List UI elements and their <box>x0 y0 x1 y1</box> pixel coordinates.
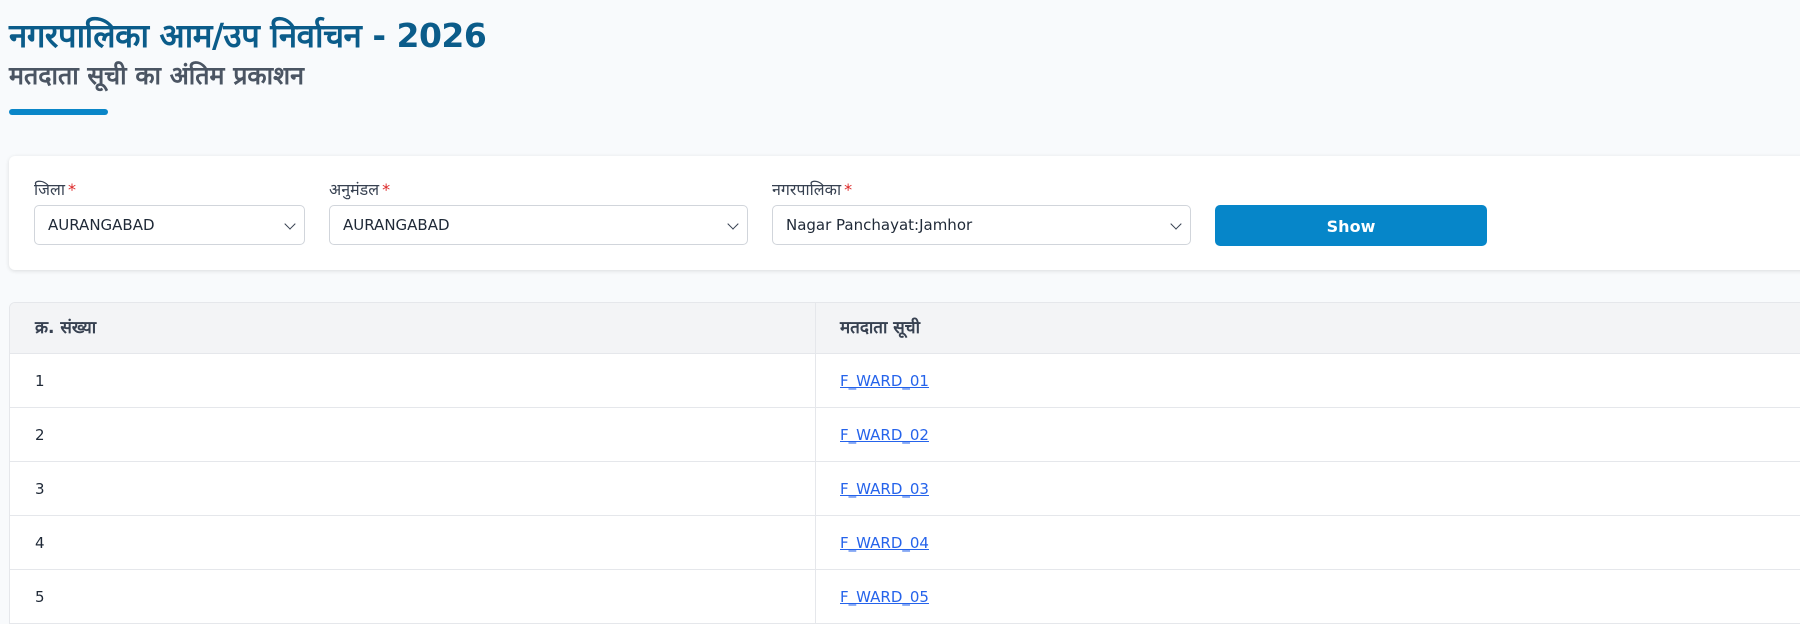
title-underline <box>9 109 108 115</box>
column-divider <box>815 516 816 569</box>
column-divider <box>815 303 816 353</box>
subdivision-required-mark: * <box>382 180 391 199</box>
chevron-down-icon <box>727 218 739 230</box>
table-row: 2 F_WARD_02 <box>10 408 1800 462</box>
page: नगरपालिका आम/उप निर्वाचन - 2026 मतदाता स… <box>0 0 1800 624</box>
municipality-required-mark: * <box>844 180 853 199</box>
district-label-text: जिला <box>34 180 66 199</box>
subdivision-select[interactable]: AURANGABAD <box>329 205 748 245</box>
table-row: 4 F_WARD_04 <box>10 516 1800 570</box>
filter-card: जिला * AURANGABAD अनुमंडल * AURANGABAD नगर… <box>9 156 1800 270</box>
row-serial: 2 <box>35 426 45 444</box>
chevron-down-icon <box>1170 218 1182 230</box>
page-subtitle: मतदाता सूची का अंतिम प्रकाशन <box>9 61 304 90</box>
ward-file-link[interactable]: F_WARD_03 <box>840 462 929 516</box>
subdivision-label: अनुमंडल * <box>329 178 390 200</box>
column-divider <box>815 462 816 515</box>
column-divider <box>815 408 816 461</box>
municipality-select-value: Nagar Panchayat:Jamhor <box>786 216 973 234</box>
municipality-label: नगरपालिका * <box>772 178 852 200</box>
row-serial: 5 <box>35 588 45 606</box>
page-title: नगरपालिका आम/उप निर्वाचन - 2026 <box>9 16 487 55</box>
district-select[interactable]: AURANGABAD <box>34 205 305 245</box>
column-divider <box>815 570 816 623</box>
table-header: क्र. संख्या मतदाता सूची <box>10 303 1800 354</box>
table-row: 3 F_WARD_03 <box>10 462 1800 516</box>
row-serial: 4 <box>35 534 45 552</box>
municipality-select[interactable]: Nagar Panchayat:Jamhor <box>772 205 1191 245</box>
ward-file-link[interactable]: F_WARD_02 <box>840 408 929 462</box>
district-required-mark: * <box>68 180 77 199</box>
header-voter-list: मतदाता सूची <box>840 318 920 338</box>
subdivision-select-value: AURANGABAD <box>343 216 450 234</box>
row-serial: 3 <box>35 480 45 498</box>
district-label: जिला * <box>34 178 76 200</box>
header-serial: क्र. संख्या <box>35 318 97 338</box>
district-select-value: AURANGABAD <box>48 216 155 234</box>
show-button[interactable]: Show <box>1215 205 1487 246</box>
table-row: 5 F_WARD_05 <box>10 570 1800 624</box>
chevron-down-icon <box>284 218 296 230</box>
column-divider <box>815 354 816 407</box>
subdivision-label-text: अनुमंडल <box>329 180 380 199</box>
row-serial: 1 <box>35 372 45 390</box>
ward-file-link[interactable]: F_WARD_01 <box>840 354 929 408</box>
municipality-label-text: नगरपालिका <box>772 180 842 199</box>
ward-file-link[interactable]: F_WARD_05 <box>840 570 929 624</box>
table-row: 1 F_WARD_01 <box>10 354 1800 408</box>
voter-list-table: क्र. संख्या मतदाता सूची 1 F_WARD_01 2 F_… <box>9 302 1800 624</box>
ward-file-link[interactable]: F_WARD_04 <box>840 516 929 570</box>
